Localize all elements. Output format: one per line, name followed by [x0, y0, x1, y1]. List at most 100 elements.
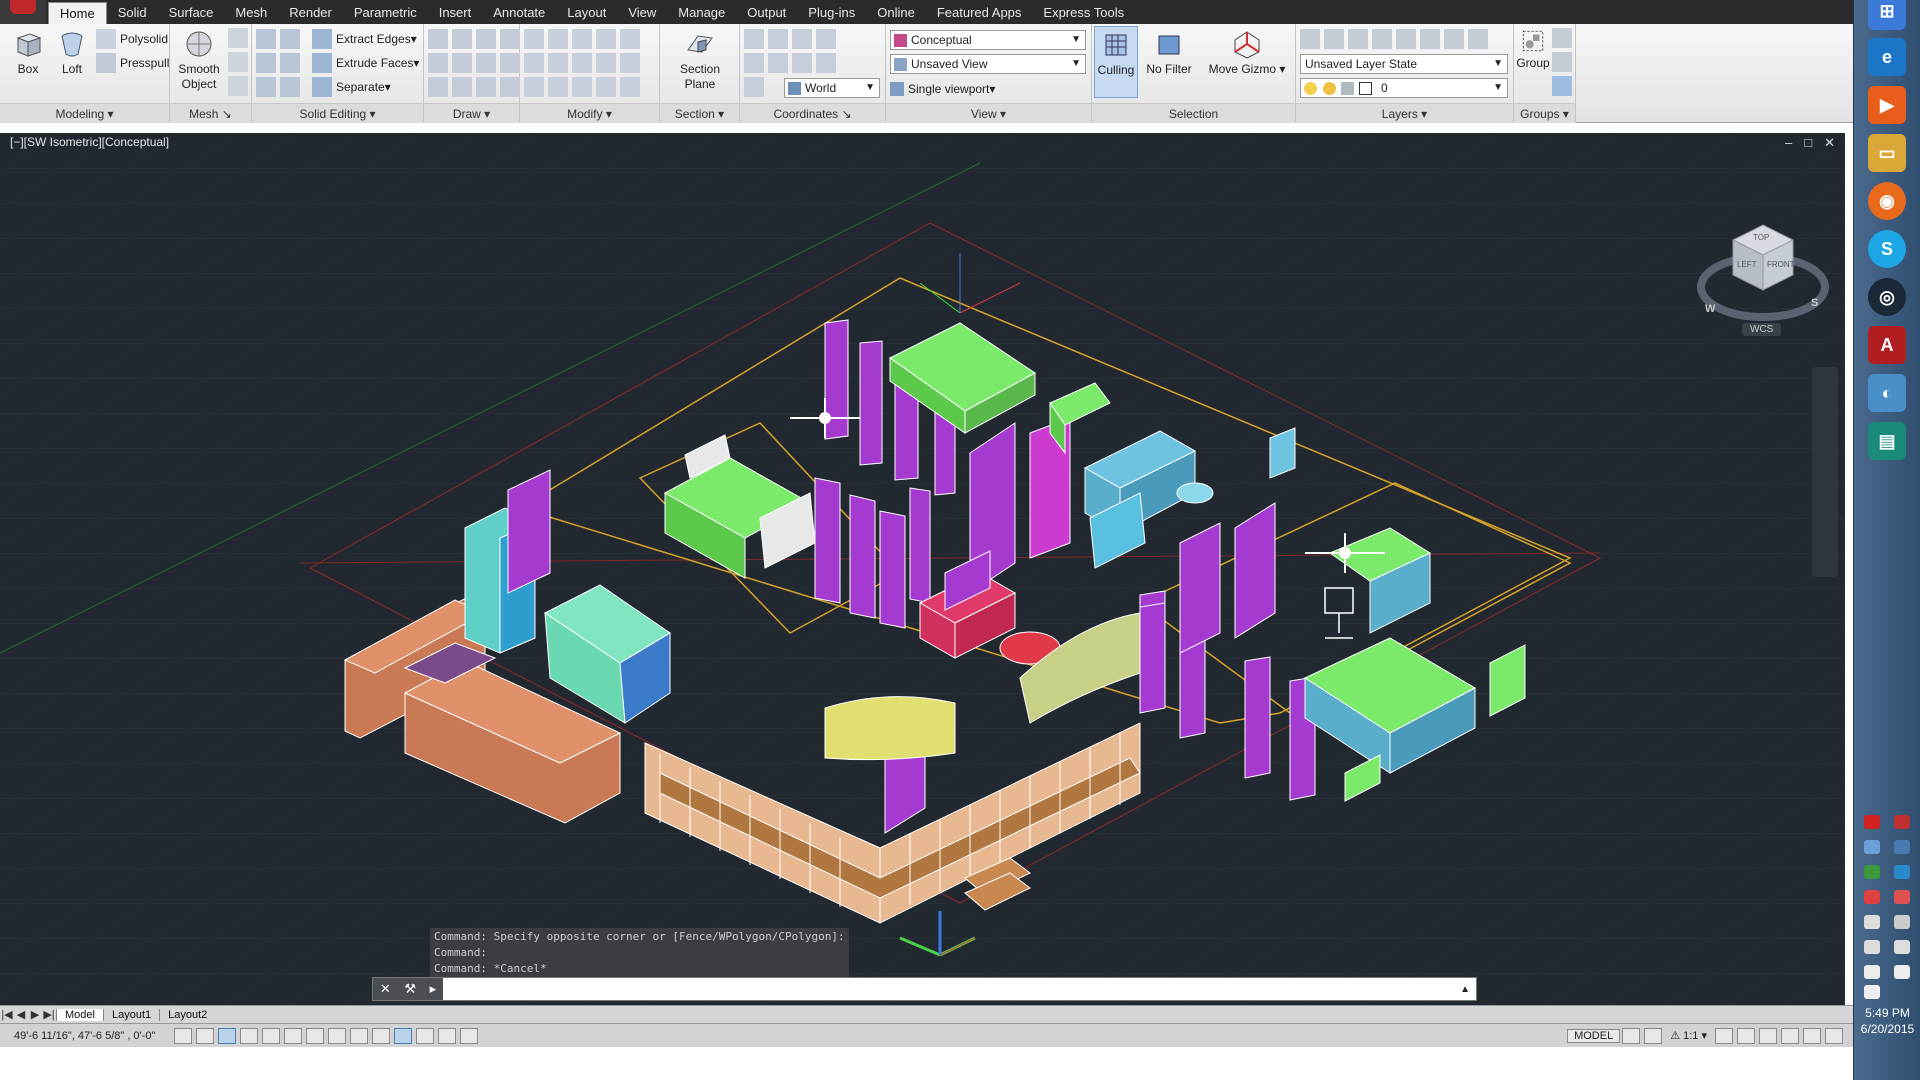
skype-icon[interactable]: S — [1868, 230, 1906, 268]
door[interactable] — [1244, 656, 1271, 779]
door[interactable] — [859, 340, 883, 466]
group-edit-icon[interactable] — [1552, 52, 1572, 72]
culling-button[interactable]: Culling — [1094, 26, 1138, 98]
toilet[interactable] — [1176, 482, 1214, 504]
lineweight-icon[interactable] — [394, 1027, 412, 1044]
tab-home[interactable]: Home — [48, 2, 107, 24]
move-gizmo-button[interactable]: Move Gizmo ▾ — [1204, 28, 1290, 77]
dynamic-input-icon[interactable] — [372, 1027, 390, 1044]
tab-featured-apps[interactable]: Featured Apps — [926, 2, 1033, 24]
subtract-icon[interactable] — [256, 53, 276, 73]
paint-icon[interactable]: ◐ — [1868, 374, 1906, 412]
layer-state-select[interactable]: Unsaved Layer State ▼ — [1300, 54, 1508, 74]
panel-title-layers[interactable]: Layers ▾ — [1296, 103, 1513, 123]
group-button[interactable]: Group — [1516, 28, 1550, 71]
quick-view-layouts-icon[interactable] — [1622, 1027, 1641, 1044]
media-player-icon[interactable]: ▶ — [1868, 86, 1906, 124]
tab-layout[interactable]: Layout — [556, 2, 617, 24]
spline-icon[interactable] — [428, 53, 448, 73]
box-button[interactable]: Box — [8, 28, 48, 77]
layer-properties-icon[interactable] — [1300, 29, 1320, 49]
extract-edges-button[interactable]: Extract Edges ▾ — [312, 28, 417, 50]
3d-object-snap-icon[interactable] — [306, 1027, 324, 1044]
tab-render[interactable]: Render — [278, 2, 343, 24]
navigation-bar[interactable] — [1812, 367, 1838, 577]
restore-icon[interactable]: □ — [1804, 135, 1812, 151]
3d-array-icon[interactable] — [620, 77, 640, 97]
infer-constraints-icon[interactable] — [174, 1027, 192, 1044]
viewport-config-button[interactable]: Single viewport ▾ — [890, 78, 995, 100]
line-icon[interactable] — [428, 29, 448, 49]
close-icon[interactable]: ✕ — [380, 981, 391, 997]
align-icon[interactable] — [572, 77, 592, 97]
panel-title-solid-editing[interactable]: Solid Editing ▾ — [252, 103, 423, 123]
ungroup-icon[interactable] — [1552, 28, 1572, 48]
section-plane-button[interactable]: Section Plane — [674, 28, 726, 92]
model-space-button[interactable]: MODEL — [1567, 1028, 1621, 1043]
close-icon[interactable]: ✕ — [1824, 135, 1835, 151]
door[interactable] — [849, 494, 876, 619]
panel-title-groups[interactable]: Groups ▾ — [1514, 103, 1575, 123]
viewcube-left-label[interactable]: LEFT — [1737, 260, 1757, 269]
panel-title-modify[interactable]: Modify ▾ — [520, 103, 659, 123]
tab-parametric[interactable]: Parametric — [343, 2, 428, 24]
ucs-icon-properties[interactable] — [744, 77, 764, 97]
wcs-menu[interactable]: WCS — [1742, 323, 1782, 336]
compass-west-label[interactable]: W — [1705, 303, 1715, 315]
command-input[interactable] — [443, 979, 1455, 999]
file-explorer-icon[interactable]: ▭ — [1868, 134, 1906, 172]
no-filter-button[interactable]: No Filter — [1142, 28, 1196, 77]
annotation-scale-button[interactable]: ⚠ 1:1 ▾ — [1664, 1029, 1713, 1042]
point-icon[interactable] — [500, 53, 520, 73]
current-layer-select[interactable]: 0 ▼ — [1300, 78, 1508, 98]
entry-bench[interactable] — [824, 696, 956, 761]
panel-title-modeling[interactable]: Modeling ▾ — [0, 103, 169, 123]
compass-south-label[interactable]: S — [1811, 297, 1818, 309]
tab-express-tools[interactable]: Express Tools — [1032, 2, 1135, 24]
clean-screen-icon[interactable] — [1825, 1027, 1843, 1044]
door[interactable] — [1139, 594, 1166, 714]
tray-icon[interactable] — [1864, 815, 1880, 829]
erase-icon[interactable] — [524, 77, 544, 97]
presspull-button[interactable]: Presspull — [96, 52, 169, 74]
tray-icon[interactable] — [1894, 840, 1910, 854]
ucs-view-icon[interactable] — [792, 29, 812, 49]
scale-icon[interactable] — [596, 53, 616, 73]
polyline-icon[interactable] — [452, 29, 472, 49]
tray-icon[interactable] — [1864, 840, 1880, 854]
tab-layout2[interactable]: Layout2 — [159, 1008, 215, 1021]
mesh-tool-icon[interactable] — [228, 76, 248, 96]
ucs-y-icon[interactable] — [816, 53, 836, 73]
tab-insert[interactable]: Insert — [428, 2, 483, 24]
tab-mesh[interactable]: Mesh — [224, 2, 278, 24]
tray-icon[interactable] — [1894, 890, 1910, 904]
command-prompt-icon[interactable]: ▸ — [430, 981, 437, 997]
rectangle-icon[interactable] — [452, 77, 472, 97]
start-icon[interactable]: ⊞ — [1868, 0, 1906, 30]
ucs-named-icon[interactable] — [744, 53, 764, 73]
layer-icon[interactable] — [1324, 29, 1344, 49]
flag-icon[interactable] — [1864, 965, 1880, 979]
grid-display-icon[interactable] — [218, 1027, 236, 1044]
stretch-icon[interactable] — [572, 53, 592, 73]
annotation-visibility-icon[interactable] — [1715, 1027, 1733, 1044]
internet-explorer-icon[interactable]: e — [1868, 38, 1906, 76]
array-icon[interactable] — [620, 53, 640, 73]
ucs-origin-icon[interactable] — [816, 29, 836, 49]
mesh-tool-icon[interactable] — [228, 52, 248, 72]
object-snap-icon[interactable] — [284, 1027, 302, 1044]
separate-button[interactable]: Separate ▾ — [312, 76, 391, 98]
ortho-mode-icon[interactable] — [240, 1027, 258, 1044]
quick-properties-icon[interactable] — [438, 1027, 456, 1044]
panel-title-coordinates[interactable]: Coordinates ↘ — [740, 103, 885, 123]
object-snap-tracking-icon[interactable] — [328, 1027, 346, 1044]
auto-scale-icon[interactable] — [1737, 1027, 1755, 1044]
lock-toolbar-icon[interactable] — [1781, 1027, 1799, 1044]
panel-title-mesh[interactable]: Mesh ↘ — [170, 103, 251, 123]
fillet-icon[interactable] — [524, 53, 544, 73]
tab-annotate[interactable]: Annotate — [482, 2, 556, 24]
offset-icon[interactable] — [548, 77, 568, 97]
first-tab-icon[interactable]: |◀ — [0, 1008, 14, 1021]
3d-move-icon[interactable] — [596, 77, 616, 97]
drawing-viewport[interactable]: [−][SW Isometric][Conceptual] – □ ✕ TOP … — [0, 133, 1845, 1005]
